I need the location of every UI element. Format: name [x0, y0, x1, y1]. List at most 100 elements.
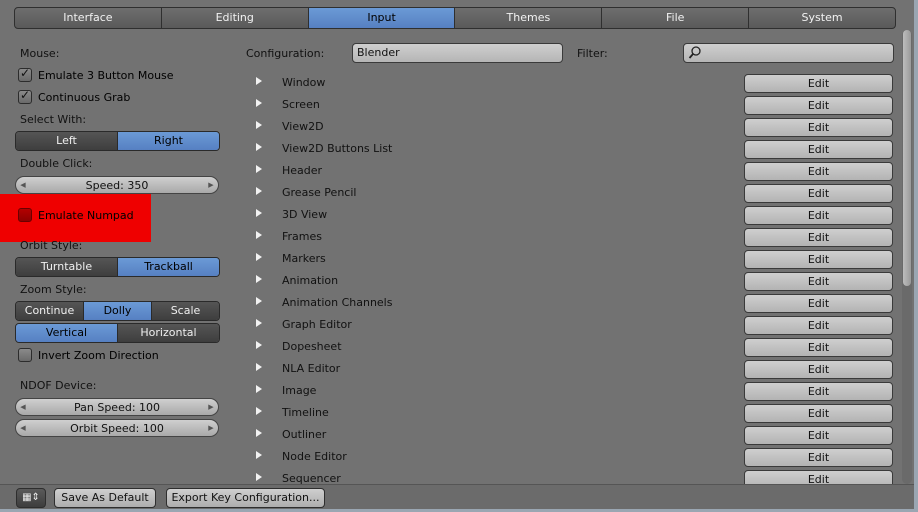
edit-button[interactable]: Edit: [744, 272, 893, 291]
zoom-horizontal-button[interactable]: Horizontal: [118, 324, 219, 342]
edit-button[interactable]: Edit: [744, 382, 893, 401]
select-left-button[interactable]: Left: [16, 132, 118, 150]
edit-button[interactable]: Edit: [744, 338, 893, 357]
triangle-right-icon[interactable]: [256, 77, 262, 85]
keymap-row[interactable]: Grease Pencil Edit: [252, 183, 894, 203]
invert-zoom-checkbox[interactable]: [18, 348, 32, 362]
scrollbar-track[interactable]: [902, 30, 912, 484]
edit-button[interactable]: Edit: [744, 426, 893, 445]
keymap-row[interactable]: Animation Channels Edit: [252, 293, 894, 313]
triangle-right-icon[interactable]: [256, 209, 262, 217]
zoom-dolly-button[interactable]: Dolly: [84, 302, 152, 320]
keymap-name: Frames: [282, 230, 323, 243]
configuration-dropdown[interactable]: Blender: [352, 43, 563, 63]
keymap-row[interactable]: Graph Editor Edit: [252, 315, 894, 335]
edit-button[interactable]: Edit: [744, 74, 893, 93]
triangle-right-icon[interactable]: [256, 231, 262, 239]
keymap-row[interactable]: NLA Editor Edit: [252, 359, 894, 379]
tab-themes[interactable]: Themes: [455, 8, 603, 28]
continuous-grab-checkbox[interactable]: [18, 88, 32, 104]
increment-arrow-icon[interactable]: ▶: [204, 403, 218, 411]
keymap-row[interactable]: Image Edit: [252, 381, 894, 401]
triangle-right-icon[interactable]: [256, 451, 262, 459]
tab-file[interactable]: File: [602, 8, 750, 28]
keymap-row[interactable]: 3D View Edit: [252, 205, 894, 225]
triangle-right-icon[interactable]: [256, 473, 262, 481]
triangle-right-icon[interactable]: [256, 275, 262, 283]
orbit-trackball-button[interactable]: Trackball: [118, 258, 219, 276]
keymap-name: Graph Editor: [282, 318, 352, 331]
edit-button[interactable]: Edit: [744, 294, 893, 313]
keymap-row[interactable]: Frames Edit: [252, 227, 894, 247]
pan-speed-value: Pan Speed: 100: [73, 400, 161, 414]
emulate-3-button-row[interactable]: Emulate 3 Button Mouse: [18, 66, 174, 83]
edit-button[interactable]: Edit: [744, 184, 893, 203]
triangle-right-icon[interactable]: [256, 253, 262, 261]
keymap-name: Image: [282, 384, 317, 397]
keymap-row[interactable]: Screen Edit: [252, 95, 894, 115]
save-as-default-button[interactable]: Save As Default: [54, 488, 156, 508]
orbit-turntable-button[interactable]: Turntable: [16, 258, 118, 276]
triangle-right-icon[interactable]: [256, 385, 262, 393]
configuration-label: Configuration:: [246, 47, 325, 60]
select-right-button[interactable]: Right: [118, 132, 219, 150]
keymap-row[interactable]: Outliner Edit: [252, 425, 894, 445]
invert-zoom-label: Invert Zoom Direction: [38, 348, 159, 362]
keymap-row[interactable]: Header Edit: [252, 161, 894, 181]
increment-arrow-icon[interactable]: ▶: [204, 181, 218, 189]
keymap-row[interactable]: View2D Buttons List Edit: [252, 139, 894, 159]
edit-button[interactable]: Edit: [744, 206, 893, 225]
keymap-row[interactable]: View2D Edit: [252, 117, 894, 137]
increment-arrow-icon[interactable]: ▶: [204, 424, 218, 432]
keymap-row[interactable]: Node Editor Edit: [252, 447, 894, 467]
double-click-speed-slider[interactable]: ◀ Speed: 350 ▶: [15, 176, 219, 194]
decrement-arrow-icon[interactable]: ◀: [16, 424, 30, 432]
edit-button[interactable]: Edit: [744, 140, 893, 159]
edit-button[interactable]: Edit: [744, 404, 893, 423]
decrement-arrow-icon[interactable]: ◀: [16, 181, 30, 189]
triangle-right-icon[interactable]: [256, 297, 262, 305]
triangle-right-icon[interactable]: [256, 165, 262, 173]
pan-speed-slider[interactable]: ◀ Pan Speed: 100 ▶: [15, 398, 219, 416]
keymap-row[interactable]: Timeline Edit: [252, 403, 894, 423]
edit-button[interactable]: Edit: [744, 118, 893, 137]
export-key-configuration-button[interactable]: Export Key Configuration...: [166, 488, 325, 508]
scrollbar-thumb[interactable]: [903, 30, 911, 286]
triangle-right-icon[interactable]: [256, 99, 262, 107]
orbit-speed-slider[interactable]: ◀ Orbit Speed: 100 ▶: [15, 419, 219, 437]
edit-button[interactable]: Edit: [744, 360, 893, 379]
triangle-right-icon[interactable]: [256, 187, 262, 195]
edit-button[interactable]: Edit: [744, 250, 893, 269]
keymap-row[interactable]: Window Edit: [252, 73, 894, 93]
invert-zoom-row[interactable]: Invert Zoom Direction: [18, 347, 159, 363]
tab-system[interactable]: System: [749, 8, 895, 28]
zoom-vertical-button[interactable]: Vertical: [16, 324, 118, 342]
tab-editing[interactable]: Editing: [162, 8, 309, 28]
filter-input[interactable]: [683, 43, 894, 63]
triangle-right-icon[interactable]: [256, 341, 262, 349]
keymap-row[interactable]: Animation Edit: [252, 271, 894, 291]
decrement-arrow-icon[interactable]: ◀: [16, 403, 30, 411]
tab-interface[interactable]: Interface: [15, 8, 162, 28]
triangle-right-icon[interactable]: [256, 363, 262, 371]
triangle-right-icon[interactable]: [256, 429, 262, 437]
tab-input[interactable]: Input: [308, 8, 456, 28]
edit-button[interactable]: Edit: [744, 96, 893, 115]
zoom-continue-button[interactable]: Continue: [16, 302, 84, 320]
emulate-numpad-row[interactable]: Emulate Numpad: [18, 207, 134, 223]
editor-type-icon[interactable]: ▦⇕: [16, 488, 46, 508]
zoom-scale-button[interactable]: Scale: [152, 302, 219, 320]
edit-button[interactable]: Edit: [744, 316, 893, 335]
edit-button[interactable]: Edit: [744, 162, 893, 181]
triangle-right-icon[interactable]: [256, 121, 262, 129]
keymap-row[interactable]: Dopesheet Edit: [252, 337, 894, 357]
keymap-row[interactable]: Markers Edit: [252, 249, 894, 269]
edit-button[interactable]: Edit: [744, 228, 893, 247]
triangle-right-icon[interactable]: [256, 143, 262, 151]
continuous-grab-row[interactable]: Continuous Grab: [18, 88, 130, 105]
triangle-right-icon[interactable]: [256, 319, 262, 327]
emulate-3-button-checkbox[interactable]: [18, 66, 32, 82]
edit-button[interactable]: Edit: [744, 448, 893, 467]
triangle-right-icon[interactable]: [256, 407, 262, 415]
emulate-numpad-checkbox[interactable]: [18, 208, 32, 222]
